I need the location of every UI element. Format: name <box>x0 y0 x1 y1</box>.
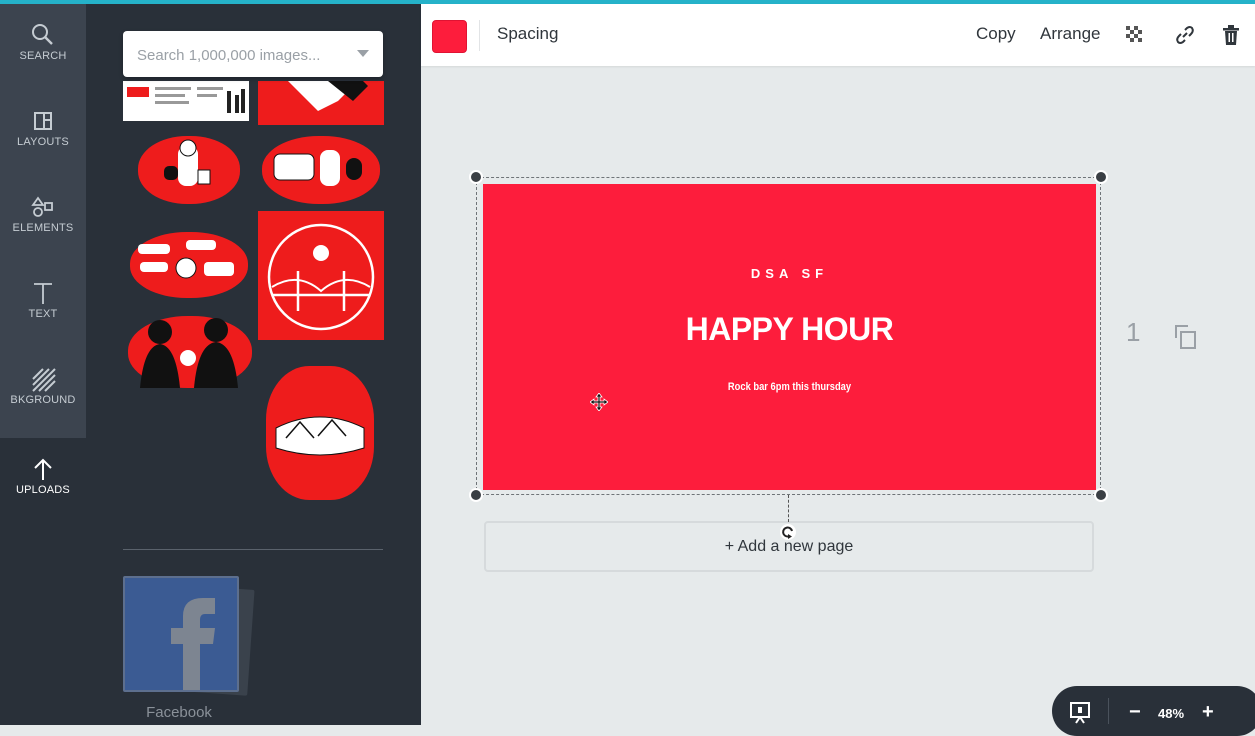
sidebar-item-elements[interactable]: ELEMENTS <box>0 176 86 262</box>
selection-box <box>476 177 1101 495</box>
sidebar-item-search[interactable]: SEARCH <box>0 4 86 90</box>
elements-icon <box>31 196 53 217</box>
zoom-bar: − 48% + <box>1052 686 1255 736</box>
zoom-level: 48% <box>1158 706 1185 721</box>
text-icon <box>34 283 52 304</box>
image-search-box[interactable] <box>123 31 383 79</box>
sidebar-item-label: BKGROUND <box>10 394 76 406</box>
upload-thumb-tents[interactable] <box>266 366 374 500</box>
move-cursor-icon <box>590 393 608 411</box>
zoom-out-button[interactable]: − <box>1129 701 1141 724</box>
resize-handle-top-right[interactable] <box>1094 170 1108 184</box>
facebook-label: Facebook <box>146 704 212 721</box>
duplicate-page-icon[interactable] <box>1172 322 1198 350</box>
sidebar-item-label: TEXT <box>28 308 58 320</box>
upload-thumb-shopping[interactable] <box>262 136 380 204</box>
upload-thumb-desk[interactable] <box>138 136 240 204</box>
sidebar-item-text[interactable]: TEXT <box>0 262 86 348</box>
upload-thumb-speech[interactable] <box>130 232 248 298</box>
shopping-thumbnail-art <box>273 150 362 186</box>
toolbar-separator <box>479 20 480 51</box>
upload-thumb-document[interactable] <box>123 81 249 121</box>
document-thumbnail-art <box>123 81 249 121</box>
upload-icon <box>34 458 52 480</box>
bridge-logo-art <box>267 223 375 331</box>
sidebar-item-label: ELEMENTS <box>12 222 74 234</box>
chevron-down-icon[interactable] <box>357 50 369 57</box>
resize-handle-bottom-left[interactable] <box>469 488 483 502</box>
rotate-guide-line <box>788 495 789 522</box>
sidebar-item-layouts[interactable]: LAYOUTS <box>0 90 86 176</box>
left-rail: SEARCH LAYOUTS ELEMENTS TEXT BKGROUND UP… <box>0 4 86 725</box>
transparency-icon[interactable] <box>1121 21 1149 49</box>
page-number: 1 <box>1126 317 1141 347</box>
background-icon <box>32 368 56 392</box>
facebook-upload-button[interactable] <box>123 576 239 692</box>
silhouettes-thumbnail-art <box>140 318 238 388</box>
zoom-in-button[interactable]: + <box>1202 701 1214 724</box>
sidebar-item-label: LAYOUTS <box>17 136 69 148</box>
uploads-panel: Facebook <box>86 4 421 725</box>
upload-thumb-red-figure[interactable] <box>258 81 384 125</box>
desk-thumbnail-art <box>164 139 211 186</box>
trash-icon[interactable] <box>1217 21 1245 49</box>
resize-handle-top-left[interactable] <box>469 170 483 184</box>
editor-toolbar: Spacing Copy Arrange <box>421 4 1255 66</box>
present-icon[interactable] <box>1068 700 1092 724</box>
search-icon <box>32 24 53 45</box>
text-color-swatch[interactable] <box>432 20 467 53</box>
sidebar-item-background[interactable]: BKGROUND <box>0 348 86 434</box>
arrange-button[interactable]: Arrange <box>1040 24 1100 44</box>
sidebar-item-label: UPLOADS <box>16 484 70 496</box>
tents-thumbnail-art <box>275 416 365 456</box>
facebook-icon <box>171 598 215 690</box>
sidebar-item-uploads[interactable]: UPLOADS <box>0 438 86 524</box>
sidebar-item-label: SEARCH <box>19 50 67 62</box>
panel-divider <box>123 549 383 550</box>
spacing-button[interactable]: Spacing <box>497 24 558 44</box>
zoom-separator <box>1108 698 1109 724</box>
upload-thumb-bridge-logo[interactable] <box>258 211 384 340</box>
resize-handle-bottom-right[interactable] <box>1094 488 1108 502</box>
upload-thumb-silhouettes[interactable] <box>128 316 252 388</box>
rotate-icon[interactable] <box>779 523 797 541</box>
copy-button[interactable]: Copy <box>976 24 1016 44</box>
link-icon[interactable] <box>1171 21 1199 49</box>
speech-thumbnail-art <box>138 240 234 279</box>
image-search-input[interactable] <box>135 31 354 79</box>
figure-thumbnail-art <box>288 81 368 111</box>
layouts-icon <box>34 112 52 130</box>
